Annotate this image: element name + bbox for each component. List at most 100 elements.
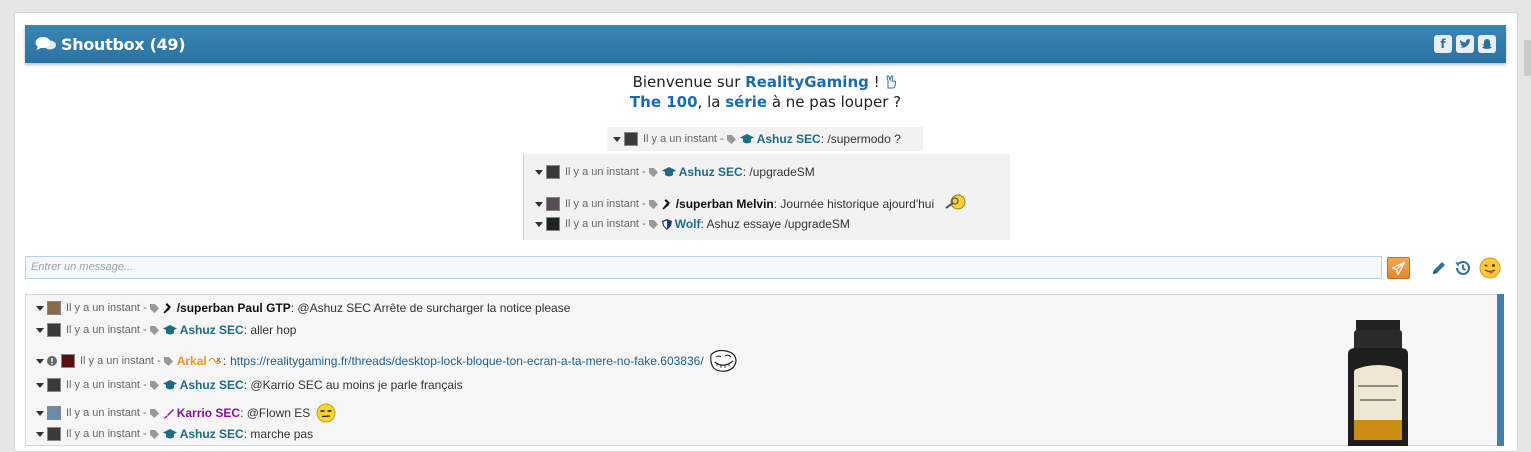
chat-scrollbar[interactable]	[1497, 294, 1504, 446]
message-input-wrapper[interactable]	[25, 256, 1382, 279]
avatar[interactable]	[546, 217, 560, 231]
caret-down-icon[interactable]	[535, 169, 543, 175]
tag-icon	[726, 134, 736, 144]
welcome-text: !	[873, 73, 880, 91]
facebook-icon[interactable]: f	[1434, 35, 1452, 53]
welcome-text: , la	[697, 93, 721, 111]
caret-down-icon[interactable]	[535, 201, 543, 207]
avatar[interactable]	[546, 197, 560, 211]
avatar[interactable]	[624, 132, 638, 146]
brush-icon	[162, 408, 174, 419]
unamused-emoji-icon	[316, 403, 336, 423]
notice-message: Il y a un instant - /superban Melvin : J…	[535, 194, 968, 214]
chat-log: Il y a un instant - /superban Paul GTP :…	[25, 294, 1502, 446]
brand-link[interactable]: RealityGaming	[745, 73, 869, 91]
message-time: Il y a un instant -	[643, 133, 724, 145]
caret-down-icon[interactable]	[36, 382, 44, 388]
welcome-message: Bienvenue sur RealityGaming ! The 100, l…	[25, 72, 1506, 112]
comments-icon	[35, 37, 56, 50]
shoutbox-title: Shoutbox (49)	[61, 34, 186, 54]
graduation-cap-icon	[162, 379, 177, 389]
notice-panel: Il y a un instant - Ashuz SEC : /upgrade…	[523, 154, 1010, 240]
message-link[interactable]: https://realitygaming.fr/threads/desktop…	[230, 354, 704, 368]
tag-icon	[149, 408, 159, 418]
badge-icon	[208, 357, 222, 365]
message-text: : /upgradeSM	[742, 165, 815, 179]
username[interactable]: Ashuz SEC	[180, 378, 244, 392]
pencil-icon[interactable]	[1430, 259, 1448, 277]
caret-down-icon[interactable]	[36, 431, 44, 437]
notice-item: Il y a un instant - Ashuz SEC : /supermo…	[607, 127, 923, 151]
message-time: Il y a un instant -	[66, 428, 147, 440]
username[interactable]: Arkal	[177, 354, 207, 368]
welcome-line-1: Bienvenue sur RealityGaming !	[25, 72, 1506, 92]
chat-message: Il y a un instant - /superban Paul GTP :…	[36, 301, 570, 315]
tag-icon	[648, 199, 658, 209]
message-time: Il y a un instant -	[66, 324, 147, 336]
username[interactable]: Wolf	[675, 217, 701, 231]
tag-icon	[149, 380, 159, 390]
username[interactable]: Ashuz SEC	[180, 427, 244, 441]
graduation-cap-icon	[162, 324, 177, 334]
snapchat-icon[interactable]	[1478, 35, 1496, 53]
tag-icon	[149, 303, 159, 313]
caret-down-icon[interactable]	[36, 358, 44, 364]
caret-down-icon[interactable]	[36, 305, 44, 311]
username[interactable]: /superban Melvin	[676, 197, 774, 211]
info-icon[interactable]	[47, 356, 57, 366]
trollface-icon	[709, 349, 737, 372]
message-text: : @Flown ES	[240, 406, 311, 420]
paper-plane-icon	[1392, 261, 1405, 275]
hand-emoji-icon	[886, 75, 897, 89]
message-time: Il y a un instant -	[66, 379, 147, 391]
message-input[interactable]	[31, 261, 1376, 273]
avatar[interactable]	[47, 406, 61, 420]
avatar[interactable]	[47, 301, 61, 315]
tag-icon	[163, 356, 173, 366]
message-time: Il y a un instant -	[565, 218, 646, 230]
caret-down-icon[interactable]	[36, 327, 44, 333]
message-text: : /supermodo ?	[820, 132, 901, 146]
username[interactable]: Ashuz SEC	[757, 132, 821, 146]
message-time: Il y a un instant -	[565, 166, 646, 178]
username[interactable]: Ashuz SEC	[180, 323, 244, 337]
show-link[interactable]: The 100	[630, 93, 698, 111]
avatar[interactable]	[47, 427, 61, 441]
send-button[interactable]	[1387, 257, 1410, 279]
avatar[interactable]	[47, 378, 61, 392]
message-text: : Ashuz essaye /upgradeSM	[700, 217, 850, 231]
shield-icon	[661, 218, 672, 230]
graduation-cap-icon	[661, 166, 676, 176]
avatar[interactable]	[61, 354, 75, 368]
welcome-line-2: The 100, la série à ne pas louper ?	[25, 92, 1506, 112]
caret-down-icon[interactable]	[535, 221, 543, 227]
message-text: : @Ashuz SEC Arrête de surcharger la not…	[290, 301, 571, 315]
tongue-emoji-icon[interactable]	[1479, 257, 1501, 279]
username[interactable]: Ashuz SEC	[679, 165, 743, 179]
shoutbox-header: Shoutbox (49) f	[25, 25, 1506, 63]
avatar[interactable]	[47, 323, 61, 337]
tag-icon	[149, 429, 159, 439]
notice-message: Il y a un instant - Ashuz SEC : /upgrade…	[535, 165, 815, 179]
caret-down-icon[interactable]	[613, 136, 621, 142]
avatar[interactable]	[546, 165, 560, 179]
chat-message: Il y a un instant - Ashuz SEC : aller ho…	[36, 323, 296, 337]
username[interactable]: /superban Paul GTP	[177, 301, 291, 315]
username[interactable]: Karrio SEC	[177, 406, 240, 420]
whiskey-bottle-image	[1348, 320, 1408, 446]
gavel-icon	[662, 198, 670, 209]
chat-message: Il y a un instant - Arkal : https://real…	[36, 349, 738, 373]
history-icon[interactable]	[1454, 259, 1472, 277]
caret-down-icon[interactable]	[36, 410, 44, 416]
tag-icon	[648, 167, 658, 177]
message-text: : @Karrio SEC au moins je parle français	[243, 378, 463, 392]
twitter-icon[interactable]	[1456, 35, 1474, 53]
message-time: Il y a un instant -	[66, 407, 147, 419]
serie-link[interactable]: série	[725, 93, 767, 111]
page-scrollbar[interactable]	[1524, 40, 1531, 76]
graduation-cap-icon	[739, 133, 754, 143]
tag-icon	[648, 219, 658, 229]
message-text: : aller hop	[243, 323, 297, 337]
welcome-text: à ne pas louper ?	[771, 93, 902, 111]
message-text: : marche pas	[243, 427, 314, 441]
